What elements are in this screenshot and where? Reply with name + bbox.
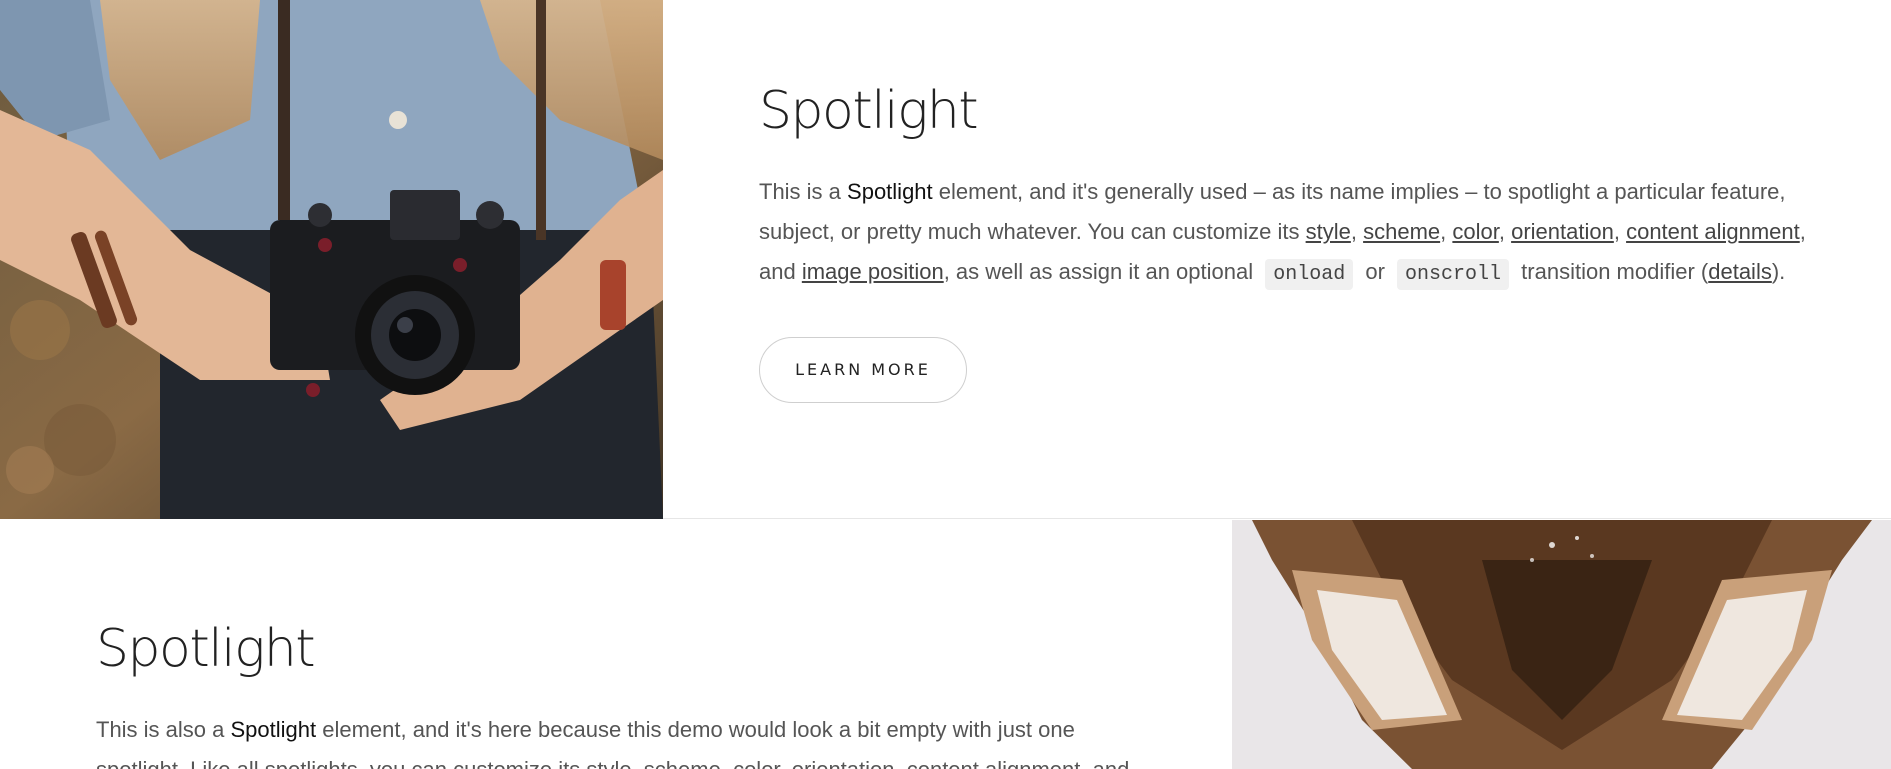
- code-onload: onload: [1265, 259, 1354, 291]
- page: Spotlight This is a Spotlight element, a…: [0, 0, 1891, 769]
- text-segment: transition modifier (: [1515, 259, 1709, 285]
- spotlight-description: This is a Spotlight element, and it's ge…: [759, 172, 1809, 295]
- code-onscroll: onscroll: [1397, 259, 1510, 291]
- text-separator: ,: [1613, 219, 1627, 245]
- link-orientation[interactable]: orientation: [1511, 219, 1614, 244]
- link-color[interactable]: color: [1452, 219, 1498, 244]
- text-segment: This is also a: [96, 717, 231, 743]
- text-segment: ).: [1771, 259, 1786, 285]
- strong-text: Spotlight: [847, 179, 933, 205]
- link-details[interactable]: details: [1708, 259, 1772, 284]
- spotlight-image-camera: [0, 0, 663, 519]
- text-segment: , as well as assign it an optional: [943, 259, 1260, 285]
- spotlight-image-fox: [1232, 520, 1891, 769]
- spotlight-section-1: Spotlight This is a Spotlight element, a…: [0, 0, 1891, 519]
- link-scheme[interactable]: scheme: [1363, 219, 1440, 244]
- text-segment: or: [1359, 259, 1392, 285]
- spotlight-content-2: Spotlight This is also a Spotlight eleme…: [96, 618, 1146, 769]
- spotlight-heading: Spotlight: [96, 619, 316, 679]
- learn-more-button[interactable]: LEARN MORE: [759, 337, 967, 404]
- spotlight-content-1: Spotlight This is a Spotlight element, a…: [759, 80, 1809, 404]
- text-separator: ,: [1498, 219, 1512, 245]
- spotlight-description: This is also a Spotlight element, and it…: [96, 710, 1146, 769]
- text-separator: ,: [1350, 219, 1364, 245]
- link-style[interactable]: style: [1306, 219, 1351, 244]
- spotlight-heading: Spotlight: [759, 81, 979, 141]
- link-content-alignment[interactable]: content alignment: [1626, 219, 1800, 244]
- text-segment: This is a: [759, 179, 848, 205]
- text-separator: ,: [1440, 219, 1453, 245]
- link-image-position[interactable]: image position: [802, 259, 944, 284]
- strong-text: Spotlight: [230, 717, 317, 743]
